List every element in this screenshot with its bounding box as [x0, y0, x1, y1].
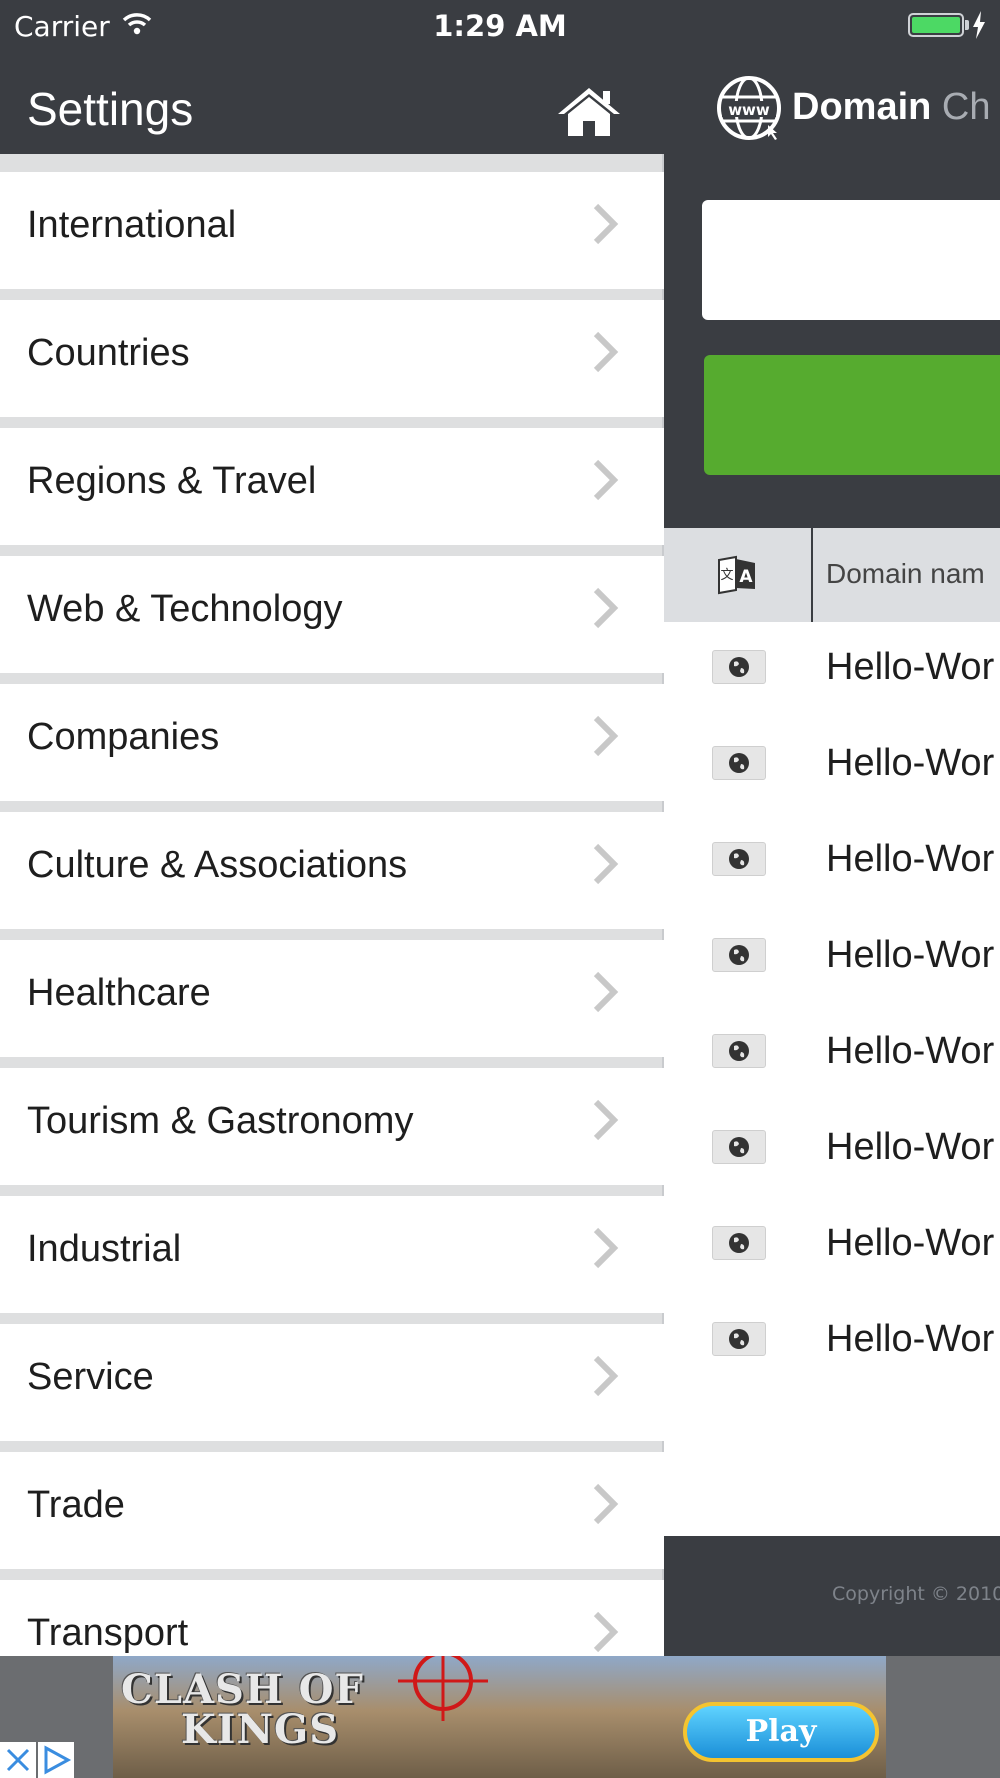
status-bar: Carrier 1:29 AM [0, 0, 1000, 50]
menu-item-label: Regions & Travel [27, 460, 317, 502]
menu-item-label: Culture & Associations [27, 844, 408, 886]
settings-header: Settings [0, 50, 664, 154]
chevron-right-icon [593, 1355, 619, 1397]
menu-item-industrial[interactable]: Industrial [0, 1196, 664, 1313]
chevron-right-icon [593, 715, 619, 757]
ad-close-icon[interactable] [0, 1742, 36, 1778]
domain-result-text: Hello-Wor [826, 838, 995, 880]
domain-result-text: Hello-Wor [826, 1126, 995, 1168]
menu-item-label: Web & Technology [27, 588, 343, 630]
header-divider [811, 528, 813, 622]
menu-item-label: International [27, 204, 237, 246]
menu-item-label: Transport [27, 1612, 189, 1654]
menu-item-service[interactable]: Service [0, 1324, 664, 1441]
menu-item-culture-associations[interactable]: Culture & Associations [0, 812, 664, 929]
svg-text:A: A [739, 567, 753, 587]
brand-light: Ch [941, 86, 991, 128]
menu-item-regions-travel[interactable]: Regions & Travel [0, 428, 664, 545]
status-time: 1:29 AM [433, 9, 567, 43]
domain-result-text: Hello-Wor [826, 646, 995, 688]
chevron-right-icon [593, 1611, 619, 1653]
ad-choices-icon[interactable] [38, 1742, 74, 1778]
chevron-right-icon [593, 1483, 619, 1525]
globe-icon[interactable] [712, 938, 766, 972]
settings-panel: Settings International Countries Regions… [0, 0, 664, 1697]
domain-search-input[interactable] [702, 200, 1000, 320]
charging-bolt-icon [973, 11, 985, 39]
ad-image[interactable]: CLASH OF KINGS Play [113, 1656, 886, 1778]
main-area: www Domain Ch 文 A Domain nam Hello-Wor H… [664, 0, 1000, 1656]
domain-name-column-header: Domain nam [826, 558, 985, 589]
chevron-right-icon [593, 971, 619, 1013]
home-icon[interactable] [556, 86, 622, 138]
battery-tip [965, 20, 969, 30]
result-row[interactable]: Hello-Wor [664, 1200, 1000, 1296]
result-row[interactable]: Hello-Wor [664, 1296, 1000, 1392]
globe-icon[interactable] [712, 1226, 766, 1260]
ad-banner[interactable]: CLASH OF KINGS Play [0, 1656, 1000, 1778]
results-table: 文 A Domain nam Hello-Wor Hello-Wor Hello… [664, 528, 1000, 1536]
result-row[interactable]: Hello-Wor [664, 1008, 1000, 1104]
chevron-right-icon [593, 1227, 619, 1269]
menu-item-label: Service [27, 1356, 154, 1398]
domain-result-text: Hello-Wor [826, 1222, 995, 1264]
globe-icon[interactable] [712, 650, 766, 684]
menu-item-label: Healthcare [27, 972, 211, 1014]
menu-item-countries[interactable]: Countries [0, 300, 664, 417]
menu-item-trade[interactable]: Trade [0, 1452, 664, 1569]
menu-item-label: Countries [27, 332, 190, 374]
globe-icon[interactable] [712, 746, 766, 780]
settings-menu-list: International Countries Regions & Travel… [0, 172, 664, 1708]
domain-result-text: Hello-Wor [826, 742, 995, 784]
result-row[interactable]: Hello-Wor [664, 624, 1000, 720]
globe-icon[interactable] [712, 1034, 766, 1068]
chevron-right-icon [593, 331, 619, 373]
globe-icon[interactable] [712, 1130, 766, 1164]
domain-result-text: Hello-Wor [826, 1030, 995, 1072]
ad-logo-line2: KINGS [181, 1706, 340, 1753]
battery-icon [908, 13, 964, 37]
menu-item-label: Tourism & Gastronomy [27, 1100, 414, 1142]
domain-result-text: Hello-Wor [826, 1318, 995, 1360]
result-row[interactable]: Hello-Wor [664, 1104, 1000, 1200]
ad-play-button[interactable]: Play [683, 1702, 879, 1762]
result-row[interactable]: Hello-Wor [664, 720, 1000, 816]
chevron-right-icon [593, 587, 619, 629]
ad-game-logo: CLASH OF KINGS [121, 1670, 364, 1750]
menu-item-companies[interactable]: Companies [0, 684, 664, 801]
chevron-right-icon [593, 843, 619, 885]
chevron-right-icon [593, 459, 619, 501]
ad-logo-line1: CLASH OF [121, 1666, 364, 1713]
brand-name: Domain Ch [792, 86, 991, 129]
svg-text:www: www [728, 101, 770, 119]
crosshair-icon [398, 1656, 488, 1721]
menu-item-label: Companies [27, 716, 220, 758]
menu-item-label: Trade [27, 1484, 125, 1526]
menu-item-healthcare[interactable]: Healthcare [0, 940, 664, 1057]
menu-item-tourism-gastronomy[interactable]: Tourism & Gastronomy [0, 1068, 664, 1185]
table-header: 文 A Domain nam [664, 528, 1000, 622]
www-globe-logo-icon: www [717, 76, 781, 140]
settings-title: Settings [27, 83, 194, 135]
chevron-right-icon [593, 1099, 619, 1141]
menu-item-label: Industrial [27, 1228, 182, 1270]
result-row[interactable]: Hello-Wor [664, 816, 1000, 912]
check-domain-button[interactable] [704, 355, 1000, 475]
svg-text:文: 文 [720, 568, 733, 583]
domain-result-text: Hello-Wor [826, 934, 995, 976]
globe-icon[interactable] [712, 1322, 766, 1356]
chevron-right-icon [593, 203, 619, 245]
menu-item-web-technology[interactable]: Web & Technology [0, 556, 664, 673]
translate-icon[interactable]: 文 A [716, 554, 758, 596]
result-row[interactable]: Hello-Wor [664, 912, 1000, 1008]
globe-icon[interactable] [712, 842, 766, 876]
brand-bold: Domain [792, 86, 932, 128]
menu-item-international[interactable]: International [0, 172, 664, 289]
copyright-text: Copyright © 2010 - [832, 1583, 1000, 1605]
